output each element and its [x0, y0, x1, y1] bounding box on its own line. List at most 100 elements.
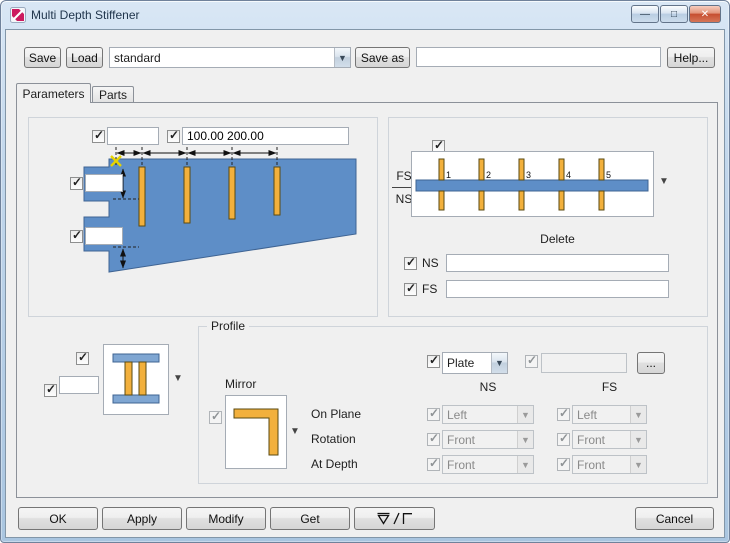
minimize-icon: —: [640, 8, 650, 20]
count-input[interactable]: [107, 127, 159, 145]
sides-group: FS NS 1: [388, 117, 708, 317]
on-plane-label: On Plane: [311, 407, 362, 421]
maximize-button[interactable]: □: [660, 5, 688, 23]
fs-on-plane-combobox: Left ▼: [572, 405, 647, 424]
fs-on-plane-checkbox: [557, 406, 570, 421]
delete-fs-checkbox[interactable]: [404, 281, 417, 296]
ns-on-plane-combobox: Left ▼: [442, 405, 534, 424]
svg-text:4: 4: [566, 170, 571, 180]
profile-shape-diagram: [112, 353, 160, 404]
app-icon: [10, 7, 26, 23]
profile-type-value: Plate: [447, 356, 475, 370]
delete-fs-label: FS: [422, 282, 438, 296]
mirror-label: Mirror: [225, 377, 257, 391]
browse-profile-button[interactable]: ...: [637, 352, 665, 374]
ns-rotation-combobox: Front ▼: [442, 430, 534, 449]
fs-column-header: FS: [601, 380, 618, 394]
stiffener-number-labels: 1 2 3 4 5: [446, 170, 611, 180]
chevron-down-icon[interactable]: ▼: [659, 176, 669, 187]
mirror-checkbox: [209, 409, 222, 424]
tab-parts-label: Parts: [98, 87, 127, 102]
profile-picture-checkbox[interactable]: [76, 350, 89, 365]
fs-at-depth-checkbox: [557, 456, 570, 471]
title-bar[interactable]: Multi Depth Stiffener — □ ✕: [1, 1, 729, 29]
fs-rotation-checkbox: [557, 431, 570, 446]
window-title: Multi Depth Stiffener: [31, 8, 140, 22]
chevron-down-icon: ▼: [630, 431, 646, 448]
close-button[interactable]: ✕: [689, 5, 721, 23]
count-checkbox[interactable]: [92, 128, 105, 143]
chevron-down-icon[interactable]: ▼: [290, 426, 300, 437]
fs-on-plane-value: Left: [577, 407, 598, 422]
parameters-panel: FS NS 1: [16, 102, 718, 498]
fs-rotation-value: Front: [577, 432, 606, 447]
profile-size-checkbox[interactable]: [44, 382, 57, 397]
profile-name-checkbox: [525, 353, 538, 368]
chevron-down-icon: ▼: [517, 431, 533, 448]
chevron-down-icon[interactable]: ▼: [334, 48, 350, 67]
ns-at-depth-combobox: Front ▼: [442, 455, 534, 474]
ns-on-plane-checkbox: [427, 406, 440, 421]
chevron-down-icon: ▼: [630, 406, 646, 423]
delete-title: Delete: [540, 232, 575, 246]
help-button[interactable]: Help...: [667, 47, 715, 68]
ok-button[interactable]: OK: [18, 507, 98, 530]
window-controls: — □ ✕: [631, 5, 721, 23]
load-button[interactable]: Load: [66, 47, 103, 68]
spacing-checkbox[interactable]: [167, 128, 180, 143]
bottom-offset-input[interactable]: [85, 227, 123, 245]
dialog-window: Multi Depth Stiffener — □ ✕ Save Load st…: [0, 0, 730, 543]
preset-value: standard: [114, 50, 161, 65]
svg-text:5: 5: [606, 170, 611, 180]
maximize-icon: □: [670, 8, 678, 20]
rotation-label: Rotation: [311, 432, 356, 446]
ns-rotation-value: Front: [447, 432, 476, 447]
chevron-down-icon: ▼: [630, 456, 646, 473]
top-offset-input[interactable]: [85, 174, 123, 192]
chevron-down-icon[interactable]: ▼: [491, 353, 507, 373]
save-as-button[interactable]: Save as: [355, 47, 410, 68]
profile-size-input[interactable]: [59, 376, 99, 394]
tab-parts[interactable]: Parts: [92, 86, 134, 102]
profile-name-input: [541, 353, 627, 373]
profile-group-title: Profile: [207, 319, 250, 333]
tab-parameters[interactable]: Parameters: [16, 83, 91, 103]
tab-parameters-label: Parameters: [22, 86, 85, 101]
bottom-offset-checkbox[interactable]: [70, 228, 83, 243]
spacing-input[interactable]: [182, 127, 349, 145]
svg-text:2: 2: [486, 170, 491, 180]
delete-ns-checkbox[interactable]: [404, 255, 417, 270]
apply-button[interactable]: Apply: [102, 507, 182, 530]
ns-at-depth-checkbox: [427, 456, 440, 471]
chevron-down-icon: ▼: [517, 456, 533, 473]
bar-shape: [415, 179, 649, 192]
get-button[interactable]: Get: [270, 507, 350, 530]
profile-type-combobox[interactable]: Plate ▼: [442, 352, 508, 374]
svg-text:1: 1: [446, 170, 451, 180]
delete-ns-input[interactable]: [446, 254, 669, 272]
dialog-client-area: Save Load standard ▼ Save as Help... Par…: [5, 29, 725, 538]
plate-shape: [83, 158, 357, 273]
side-pattern-picker[interactable]: 1 2 3 4 5: [411, 151, 654, 217]
profile-shape-picker[interactable]: [103, 344, 169, 415]
top-offset-checkbox[interactable]: [70, 175, 83, 190]
preset-combobox[interactable]: standard ▼: [109, 47, 351, 68]
delete-fs-input[interactable]: [446, 280, 669, 298]
field-switch-toggle-icon: [376, 512, 412, 525]
profile-type-checkbox[interactable]: [427, 353, 440, 368]
fs-at-depth-combobox: Front ▼: [572, 455, 647, 474]
toggle-fields-button[interactable]: [354, 507, 435, 530]
save-button[interactable]: Save: [24, 47, 61, 68]
chevron-down-icon: ▼: [517, 406, 533, 423]
mirror-shape-picker[interactable]: [225, 395, 287, 469]
ns-on-plane-value: Left: [447, 407, 468, 422]
modify-button[interactable]: Modify: [186, 507, 266, 530]
ns-at-depth-value: Front: [447, 457, 476, 472]
save-as-input[interactable]: [416, 47, 661, 67]
chevron-down-icon[interactable]: ▼: [173, 373, 183, 384]
ns-column-header: NS: [479, 380, 497, 394]
mirror-shape-diagram: [233, 408, 279, 456]
cancel-button[interactable]: Cancel: [635, 507, 714, 530]
minimize-button[interactable]: —: [631, 5, 659, 23]
profile-group: Profile Mirror ▼ On Plane Rotation At De…: [198, 319, 708, 484]
